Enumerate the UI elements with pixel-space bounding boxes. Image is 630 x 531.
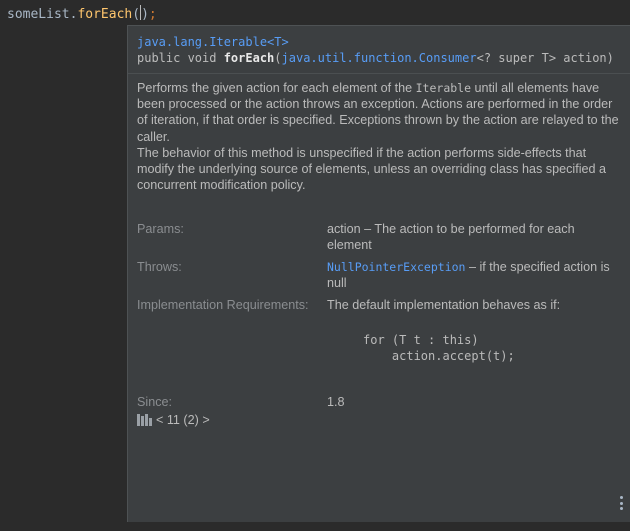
class-link[interactable]: java.lang.Iterable<T> bbox=[137, 35, 289, 49]
since-label: Since: bbox=[137, 395, 173, 409]
params-value: action – The action to be performed for … bbox=[327, 222, 575, 252]
sdk-version-nav[interactable]: < 11 (2) > bbox=[156, 412, 210, 428]
consumer-link[interactable]: java.util.function.Consumer bbox=[282, 51, 477, 65]
inline-code-iterable: Iterable bbox=[415, 81, 472, 95]
documentation-popup: java.lang.Iterable<T> public void forEac… bbox=[127, 25, 630, 522]
code-sample: for (T t : this) action.accept(t); bbox=[363, 333, 515, 363]
params-label: Params: bbox=[137, 222, 184, 236]
sdk-footer[interactable]: < 11 (2) > bbox=[137, 412, 210, 428]
impl-value: The default implementation behaves as if… bbox=[327, 298, 561, 312]
code-semicolon: ; bbox=[148, 7, 157, 22]
throws-label: Throws: bbox=[137, 260, 182, 274]
code-method: forEach bbox=[77, 7, 133, 22]
sig-prefix: public void bbox=[137, 51, 224, 65]
description: Performs the given action for each eleme… bbox=[137, 80, 622, 193]
code-receiver: someList. bbox=[7, 7, 78, 22]
sig-rest: <? super T> action) bbox=[476, 51, 614, 65]
sig-open: ( bbox=[274, 51, 282, 65]
code-editor[interactable]: someList.forEach(); java.lang.Iterable<T… bbox=[0, 0, 630, 531]
code-open-paren: ( bbox=[132, 7, 141, 22]
code-line[interactable]: someList.forEach(); bbox=[7, 5, 157, 24]
more-options-icon[interactable] bbox=[619, 496, 623, 510]
since-value: 1.8 bbox=[327, 395, 345, 409]
nullpointerexception-link[interactable]: NullPointerException bbox=[327, 260, 465, 274]
signature-block: java.lang.Iterable<T> public void forEac… bbox=[137, 34, 614, 66]
sig-method: forEach bbox=[223, 51, 275, 65]
description-paragraph-1: Performs the given action for each eleme… bbox=[137, 81, 619, 144]
description-paragraph-2: The behavior of this method is unspecifi… bbox=[137, 145, 607, 193]
throws-value: NullPointerException – if the specified … bbox=[327, 260, 610, 290]
code-close-paren: ) bbox=[141, 7, 149, 22]
impl-label: Implementation Requirements: bbox=[137, 298, 309, 312]
library-icon bbox=[137, 414, 152, 426]
header-divider bbox=[128, 73, 630, 74]
